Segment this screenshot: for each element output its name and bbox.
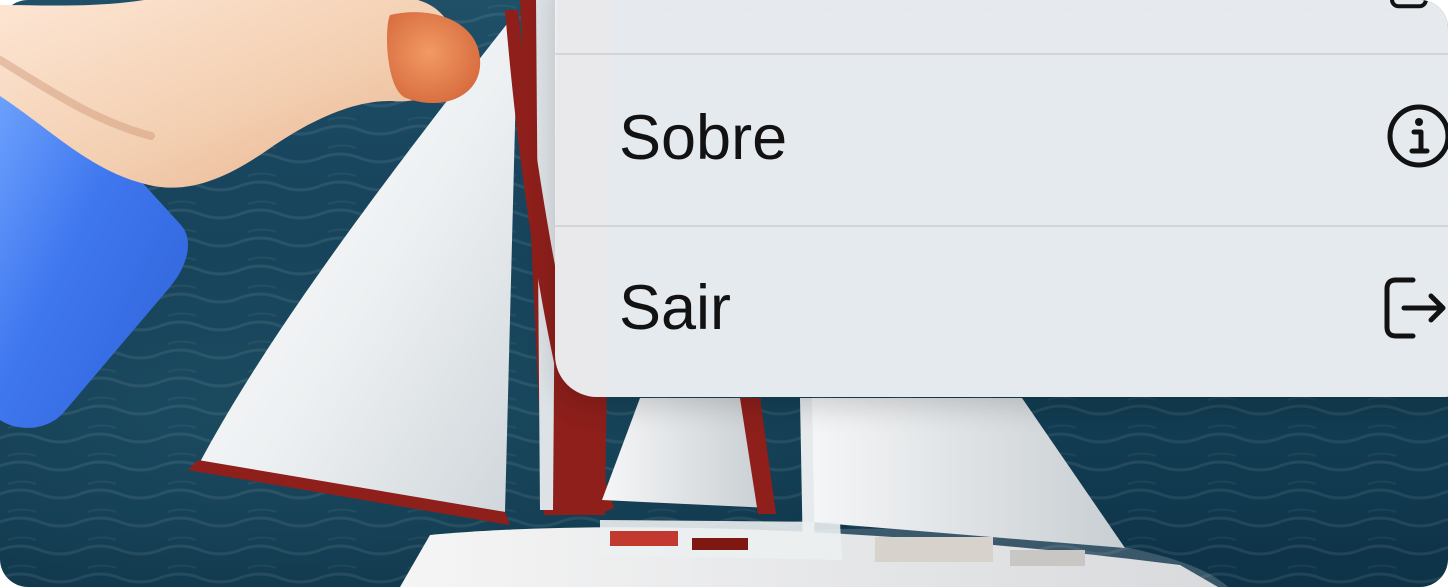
deck-detail <box>610 531 678 546</box>
sailboat-photo: Sobre Sair <box>0 0 1448 587</box>
context-menu: Sobre Sair <box>555 0 1448 397</box>
deck-detail <box>875 537 993 562</box>
deck-detail <box>1010 550 1085 566</box>
partial-menu-item[interactable] <box>555 0 1448 53</box>
logout-icon <box>1384 277 1446 339</box>
deck-detail <box>692 538 748 550</box>
partial-square-icon <box>1390 0 1428 9</box>
menu-item-label: Sobre <box>619 103 788 173</box>
screen: Sobre Sair <box>0 0 1448 587</box>
menu-item-label: Sair <box>619 273 732 343</box>
info-circle-icon <box>1387 104 1448 168</box>
menu-item-sair[interactable]: Sair <box>555 227 1448 397</box>
menu-item-sobre[interactable]: Sobre <box>555 55 1448 225</box>
